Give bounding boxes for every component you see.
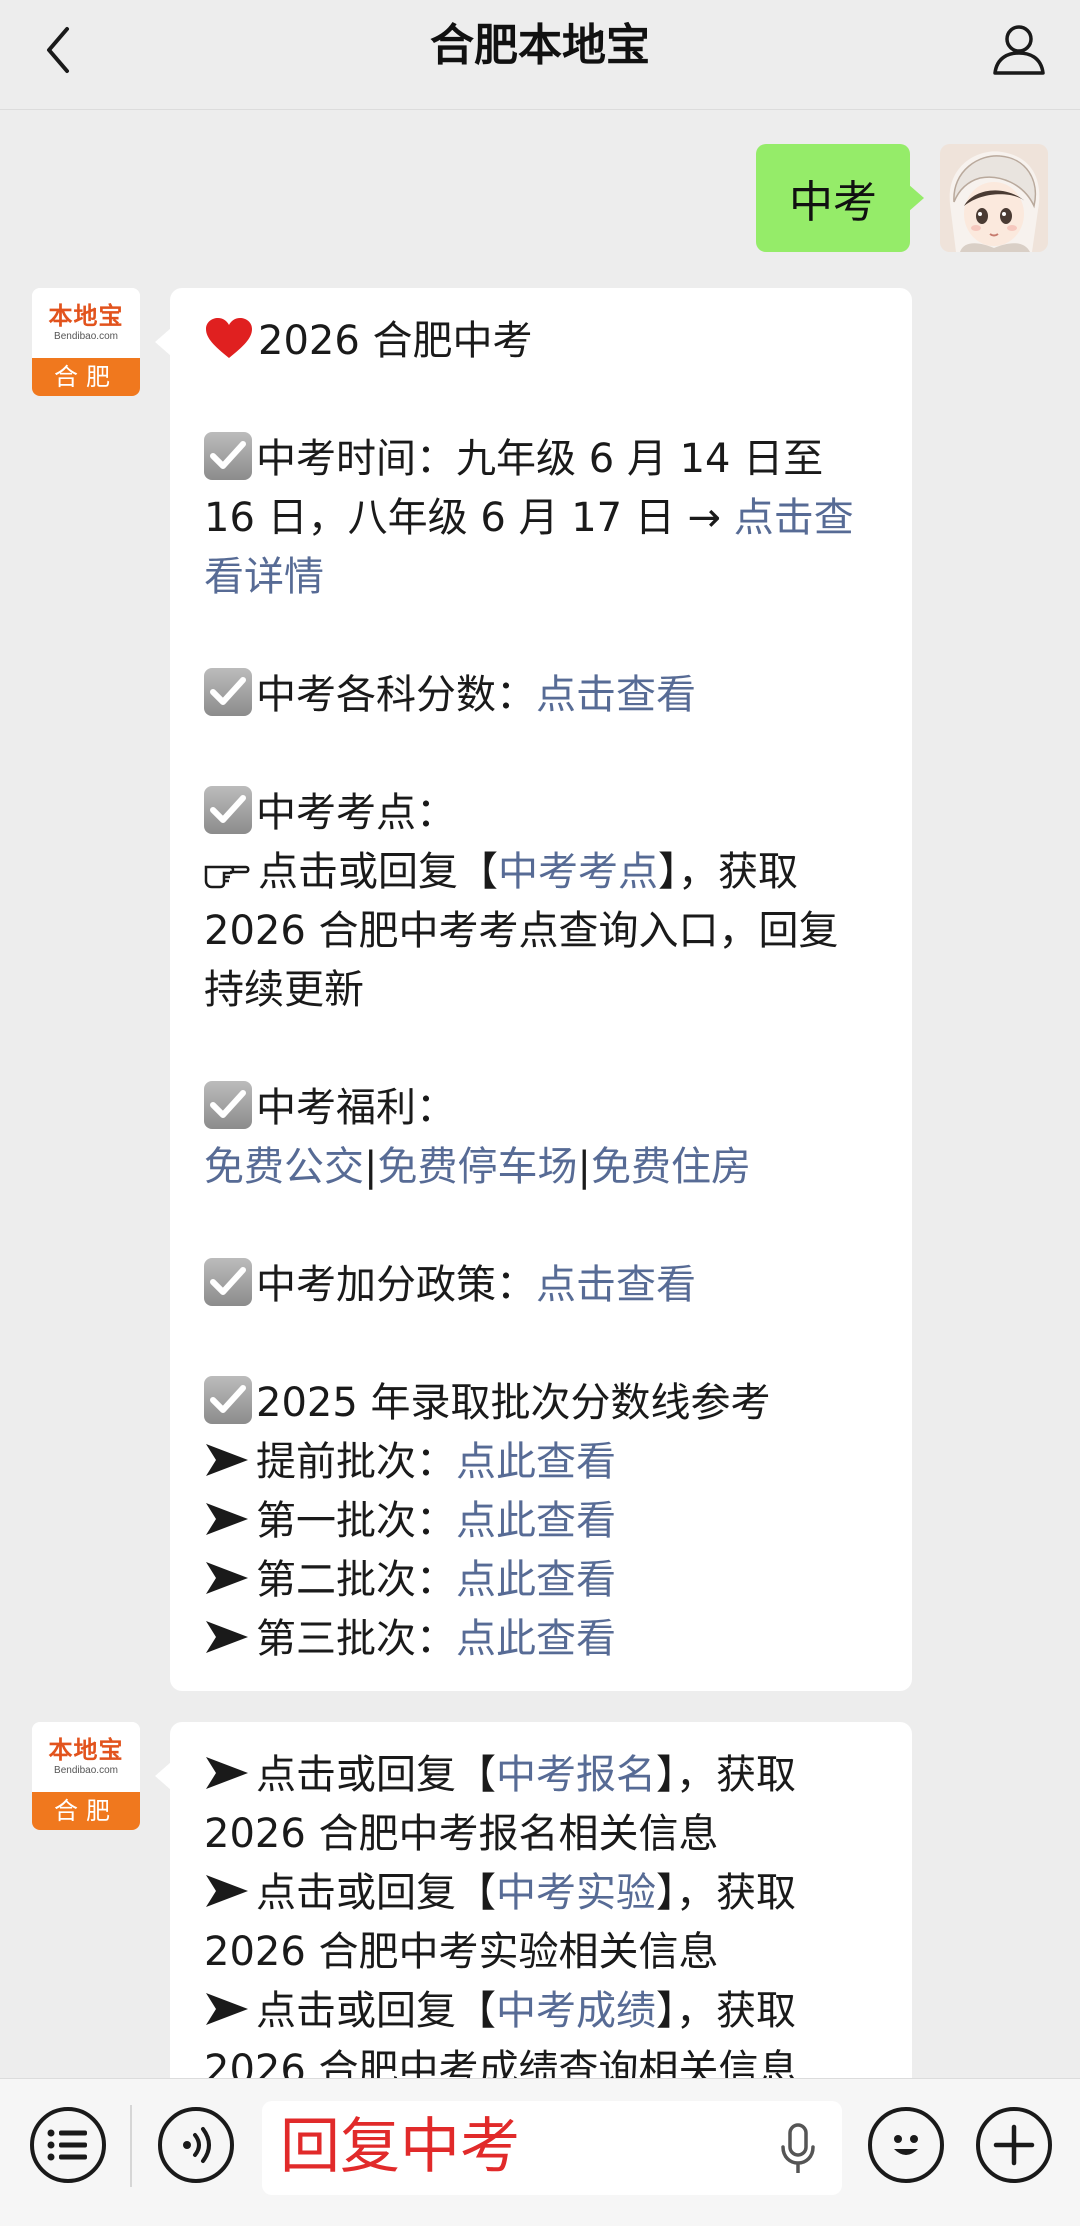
official-account-avatar[interactable]: 本地宝 Bendibao.com 合肥: [32, 1722, 140, 1830]
bendibao-logo: 本地宝 Bendibao.com: [32, 288, 140, 358]
bot-message-bubble: 2026 合肥中考 中考时间：九年级 6 月 14 日至 16 日，八年级 6 …: [155, 288, 912, 1691]
chevron-left-icon: [47, 27, 69, 73]
menu-button[interactable]: [30, 2107, 106, 2183]
check-icon: [204, 668, 252, 716]
free-parking-link[interactable]: 免费停车场: [377, 1144, 577, 1190]
batch-line: 第一批次：点此查看: [204, 1492, 878, 1551]
bot-message-bubble: 点击或回复【中考报名】，获取 2026 合肥中考报名相关信息 点击或回复【中考实…: [155, 1722, 912, 2078]
arrow-right-icon: [206, 1562, 248, 1594]
emoji-icon: [894, 2135, 918, 2155]
experiment-line: 点击或回复【中考实验】，获取 2026 合肥中考实验相关信息: [204, 1870, 796, 1975]
bendibao-logo: 本地宝 Bendibao.com: [32, 1722, 140, 1792]
list-icon: [47, 2129, 87, 2161]
voice-icon: [183, 2127, 211, 2163]
message-input[interactable]: 回复中考: [262, 2101, 842, 2195]
experiment-link[interactable]: 中考实验: [496, 1870, 656, 1916]
bonus-policy-line: 中考加分政策：点击查看: [204, 1256, 878, 1315]
avatar-illustration: [940, 144, 1048, 252]
bonus-policy-link[interactable]: 点击查看: [536, 1262, 696, 1308]
batch-line: 提前批次：点此查看: [204, 1433, 878, 1492]
arrow-right-icon: [206, 1621, 248, 1653]
venue-line: 点击或回复【中考考点】，获取 2026 合肥中考考点查询入口，回复持续更新: [204, 849, 839, 1013]
check-icon: [204, 1376, 252, 1424]
official-account-avatar[interactable]: 本地宝 Bendibao.com 合肥: [32, 288, 140, 396]
exam-time-line: 中考时间：九年级 6 月 14 日至 16 日，八年级 6 月 17 日 → 点…: [204, 430, 878, 607]
user-avatar[interactable]: [940, 144, 1048, 252]
page-title: 合肥本地宝: [430, 20, 650, 71]
free-housing-link[interactable]: 免费住房: [591, 1144, 751, 1190]
emoji-button[interactable]: [868, 2107, 944, 2183]
check-icon: [204, 1258, 252, 1306]
results-line: 点击或回复【中考成绩】，获取 2026 合肥中考成绩查询相关信息: [204, 1988, 799, 2078]
batch-link-advance[interactable]: 点此查看: [456, 1439, 616, 1485]
check-icon: [204, 786, 252, 834]
register-line: 点击或回复【中考报名】，获取 2026 合肥中考报名相关信息: [204, 1752, 796, 1857]
venue-link[interactable]: 中考考点: [498, 849, 658, 895]
arrow-right-icon: [206, 1757, 248, 1789]
pointing-hand-icon: [204, 865, 250, 889]
check-icon: [204, 432, 252, 480]
cutoff-heading-line: 2025 年录取批次分数线参考: [204, 1374, 878, 1433]
back-button[interactable]: [28, 20, 88, 80]
top-navigation-bar: 合肥本地宝: [0, 0, 1080, 110]
scores-line: 中考各科分数：点击查看: [204, 666, 878, 725]
more-button[interactable]: [976, 2107, 1052, 2183]
batch-link-second[interactable]: 点此查看: [456, 1557, 616, 1603]
arrow-right-icon: [206, 1444, 248, 1476]
batch-line: 第三批次：点此查看: [204, 1610, 878, 1669]
scores-link[interactable]: 点击查看: [536, 672, 696, 718]
register-link[interactable]: 中考报名: [496, 1752, 656, 1798]
user-message-bubble[interactable]: 中考: [756, 144, 924, 252]
check-icon: [204, 1081, 252, 1129]
batch-line: 第二批次：点此查看: [204, 1551, 878, 1610]
chat-area[interactable]: 中考 本地宝 Bendibao.com 合肥 2026 合肥中考 中考时间：九年…: [0, 110, 1080, 2078]
profile-button[interactable]: [986, 16, 1052, 82]
welfare-links-line: 免费公交|免费停车场|免费住房: [204, 1144, 751, 1190]
results-link[interactable]: 中考成绩: [496, 1988, 656, 2034]
welfare-heading-line: 中考福利：: [204, 1079, 878, 1138]
batch-link-third[interactable]: 点此查看: [456, 1616, 616, 1662]
user-message-text: 中考: [789, 177, 877, 228]
person-icon: [993, 25, 1045, 75]
heart-icon: [206, 318, 252, 358]
batch-link-first[interactable]: 点此查看: [456, 1498, 616, 1544]
plus-icon: [993, 2124, 1035, 2166]
free-bus-link[interactable]: 免费公交: [204, 1144, 364, 1190]
voice-button[interactable]: [158, 2107, 234, 2183]
divider: [130, 2105, 132, 2187]
arrow-right-icon: [206, 1993, 248, 2025]
venue-heading-line: 中考考点：: [204, 784, 878, 843]
message-input-value: 回复中考: [280, 2112, 520, 2182]
mic-icon[interactable]: [778, 2123, 818, 2177]
arrow-right-icon: [206, 1875, 248, 1907]
message-title-line: 2026 合肥中考: [204, 312, 878, 371]
message-input-bar: 回复中考: [0, 2078, 1080, 2226]
arrow-right-icon: [206, 1503, 248, 1535]
